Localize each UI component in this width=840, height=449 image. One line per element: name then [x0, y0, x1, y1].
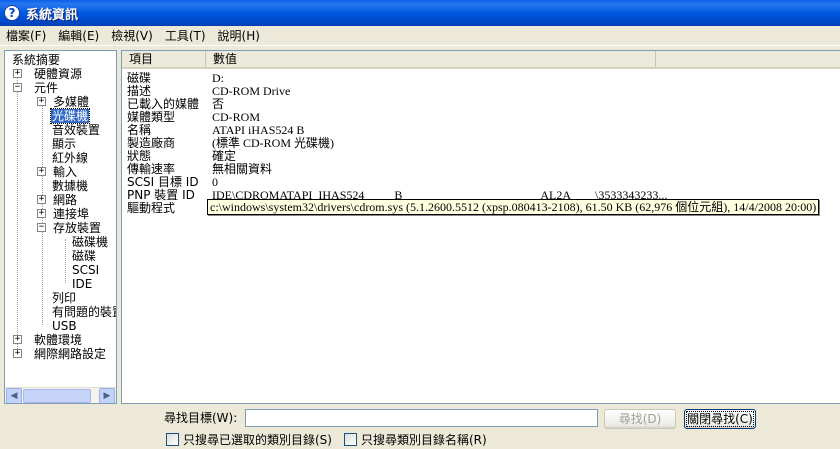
menu-file[interactable]: 檔案(F): [0, 27, 52, 45]
scroll-right-icon[interactable]: ▶: [99, 388, 115, 403]
details-list[interactable]: 項目 數值 磁碟 D: 描述 CD-ROM Drive 已載入的媒體 否 媒體類…: [121, 50, 840, 404]
menu-bar: 檔案(F) 編輯(E) 檢視(V) 工具(T) 說明(H): [0, 26, 840, 46]
question-icon: ?: [4, 5, 20, 21]
find-button[interactable]: 尋找(D): [604, 409, 676, 429]
tree-item-software-environment[interactable]: + 軟體環境: [13, 333, 83, 347]
tree-item-sound-device[interactable]: 音效裝置: [51, 123, 101, 137]
tree-item-drives[interactable]: 磁碟機: [71, 235, 109, 249]
driver-path-tooltip: c:\windows\system32\drivers\cdrom.sys (5…: [207, 199, 820, 215]
column-header-value[interactable]: 數值: [206, 51, 656, 67]
tree-list: 系統摘要 + 硬體資源 − 元件 + 多媒體 光碟機 音效裝置 顯示 紅外線 +…: [5, 51, 116, 387]
search-selected-category-checkbox[interactable]: [166, 432, 179, 446]
scroll-left-icon[interactable]: ◀: [6, 388, 22, 403]
expand-icon[interactable]: +: [37, 97, 46, 106]
tree-line: [17, 71, 18, 353]
menu-edit[interactable]: 編輯(E): [52, 27, 105, 45]
title-bar[interactable]: ? 系統資訊: [0, 0, 840, 26]
find-input[interactable]: [245, 409, 598, 427]
collapse-icon[interactable]: −: [13, 83, 22, 92]
tree-item-usb[interactable]: USB: [51, 319, 78, 333]
window-title: 系統資訊: [26, 7, 79, 23]
tree-item-internet-settings[interactable]: + 網際網路設定: [13, 347, 107, 361]
search-category-names-option[interactable]: 只搜尋類別目錄名稱(R): [344, 432, 487, 447]
tree-item-display[interactable]: 顯示: [51, 137, 77, 151]
scroll-thumb[interactable]: [23, 389, 91, 403]
list-header: 項目 數值: [122, 51, 840, 69]
table-row[interactable]: 描述 CD-ROM Drive: [122, 85, 840, 98]
tree-item-ports[interactable]: + 連接埠: [37, 207, 90, 221]
tree-item-problem-devices[interactable]: 有問題的裝置: [51, 305, 116, 319]
expand-icon[interactable]: +: [13, 335, 22, 344]
category-tree[interactable]: 系統摘要 + 硬體資源 − 元件 + 多媒體 光碟機 音效裝置 顯示 紅外線 +…: [4, 50, 117, 404]
close-find-button[interactable]: 關閉尋找(C): [684, 409, 756, 429]
table-row[interactable]: 傳輸速率 無相關資料: [122, 163, 840, 176]
collapse-icon[interactable]: −: [37, 223, 46, 232]
menu-tools[interactable]: 工具(T): [159, 27, 212, 45]
horizontal-scrollbar[interactable]: ◀ ▶: [5, 387, 116, 403]
close-find-button-label: 關閉尋找(C): [686, 411, 754, 427]
expand-icon[interactable]: +: [13, 69, 22, 78]
tree-item-cdrom[interactable]: 光碟機: [49, 108, 91, 124]
tree-item-modem[interactable]: 數據機: [51, 179, 89, 193]
find-label: 尋找目標(W):: [164, 411, 238, 425]
tree-item-components[interactable]: − 元件: [13, 81, 59, 95]
tree-item-disks[interactable]: 磁碟: [71, 249, 97, 263]
find-bar: 尋找目標(W): 尋找(D) 關閉尋找(C) 只搜尋已選取的類別目錄(S) 只搜…: [0, 404, 840, 449]
expand-icon[interactable]: +: [37, 209, 46, 218]
search-selected-category-option[interactable]: 只搜尋已選取的類別目錄(S): [166, 432, 332, 447]
column-header-item[interactable]: 項目: [122, 51, 206, 67]
expand-icon[interactable]: +: [13, 349, 22, 358]
expand-icon[interactable]: +: [37, 195, 46, 204]
tree-item-storage[interactable]: − 存放裝置: [37, 221, 102, 235]
search-category-names-label: 只搜尋類別目錄名稱(R): [361, 432, 487, 447]
tree-line: [65, 239, 66, 283]
tree-item-multimedia[interactable]: + 多媒體: [37, 95, 90, 109]
tree-item-network[interactable]: + 網路: [37, 193, 78, 207]
tree-item-ide[interactable]: IDE: [71, 277, 93, 291]
tree-item-hardware[interactable]: + 硬體資源: [13, 67, 83, 81]
tree-item-scsi[interactable]: SCSI: [71, 263, 100, 277]
search-selected-category-label: 只搜尋已選取的類別目錄(S): [183, 432, 332, 447]
search-category-names-checkbox[interactable]: [344, 432, 357, 446]
tree-item-input[interactable]: + 輸入: [37, 165, 78, 179]
tree-item-printing[interactable]: 列印: [51, 291, 77, 305]
menu-help[interactable]: 說明(H): [212, 27, 266, 45]
tree-item-system-summary[interactable]: 系統摘要: [11, 53, 61, 67]
tree-item-infrared[interactable]: 紅外線: [51, 151, 89, 165]
expand-icon[interactable]: +: [37, 167, 46, 176]
menu-view[interactable]: 檢視(V): [105, 27, 159, 45]
